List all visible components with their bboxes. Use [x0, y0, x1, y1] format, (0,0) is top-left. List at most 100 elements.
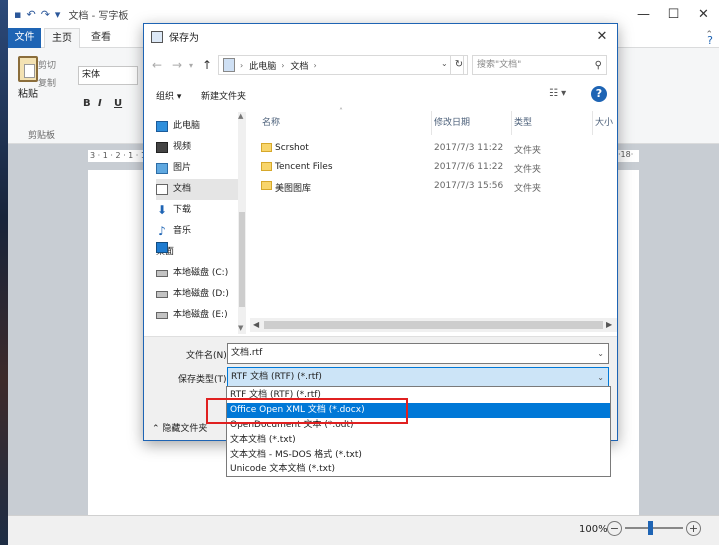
file-type: 文件夹: [514, 184, 542, 194]
file-date: 2017/7/3 15:56: [434, 181, 504, 191]
refresh-button[interactable]: ↻: [450, 55, 468, 75]
column-divider[interactable]: [431, 111, 432, 135]
nav-item-documents[interactable]: 文档: [156, 179, 240, 200]
bold-button[interactable]: B: [83, 98, 91, 109]
column-header-date[interactable]: 修改日期: [434, 115, 470, 128]
address-dropdown-icon[interactable]: ⌄: [441, 59, 448, 68]
help-button[interactable]: ?: [591, 86, 607, 102]
column-divider[interactable]: [592, 111, 593, 135]
nav-item-videos[interactable]: 视频: [156, 137, 240, 158]
scroll-up-icon[interactable]: ▲: [238, 112, 243, 120]
file-date: 2017/7/6 11:22: [434, 162, 504, 172]
folder-icon: [261, 181, 272, 190]
column-divider[interactable]: [511, 111, 512, 135]
zoom-in-button[interactable]: +: [686, 521, 701, 536]
breadcrumb-documents[interactable]: 文档: [290, 59, 308, 72]
column-header-type[interactable]: 类型: [514, 115, 532, 128]
file-type: 文件夹: [514, 146, 542, 156]
pc-icon: [223, 58, 235, 72]
clipboard-group-label: 剪贴板: [28, 131, 56, 141]
nav-item-drive-e[interactable]: 本地磁盘 (E:): [156, 305, 240, 326]
type-option-txt[interactable]: 文本文档 (*.txt): [227, 433, 610, 448]
italic-button[interactable]: I: [98, 98, 102, 109]
cut-button[interactable]: 剪切: [38, 58, 56, 71]
save-type-value: RTF 文档 (RTF) (*.rtf): [231, 372, 322, 382]
scroll-down-icon[interactable]: ▼: [238, 324, 243, 332]
breadcrumb-separator-icon: ›: [240, 60, 244, 70]
view-mode-icon[interactable]: ☷ ▾: [549, 88, 566, 99]
search-input[interactable]: 搜索"文档" ⚲: [472, 55, 607, 75]
dialog-title: 保存为: [169, 33, 199, 44]
search-icon: ⚲: [594, 60, 602, 71]
nav-item-label: 视频: [173, 142, 192, 152]
save-type-select[interactable]: RTF 文档 (RTF) (*.rtf) ⌄: [227, 367, 609, 388]
type-option-msdos-txt[interactable]: 文本文档 - MS-DOS 格式 (*.txt): [227, 448, 610, 463]
breadcrumb-separator-icon: ›: [281, 60, 285, 70]
zoom-slider-thumb[interactable]: [648, 521, 653, 535]
dialog-close-button[interactable]: ✕: [587, 24, 617, 49]
save-type-dropdown-icon[interactable]: ⌄: [597, 368, 604, 387]
font-name-input[interactable]: 宋体: [78, 66, 138, 85]
breadcrumb-this-pc[interactable]: 此电脑: [249, 59, 276, 72]
video-icon: [156, 142, 168, 153]
zoom-out-button[interactable]: −: [607, 521, 622, 536]
file-name: 美图图库: [275, 184, 312, 194]
nav-item-pictures[interactable]: 图片: [156, 158, 240, 179]
back-arrow-icon[interactable]: ←: [152, 58, 162, 72]
nav-item-desktop[interactable]: 桌面: [156, 242, 240, 263]
nav-item-label: 本地磁盘 (D:): [173, 289, 229, 299]
status-bar: 100% − +: [8, 515, 719, 545]
up-arrow-icon[interactable]: ↑: [202, 58, 212, 72]
zoom-slider[interactable]: [625, 527, 683, 529]
help-icon[interactable]: ?: [707, 34, 713, 47]
file-type: 文件夹: [514, 165, 542, 175]
address-bar[interactable]: › 此电脑 › 文档 › ⌄: [218, 55, 464, 75]
highlight-callout-box: [206, 398, 408, 424]
tab-home[interactable]: 主页: [44, 28, 80, 49]
copy-button[interactable]: 复制: [38, 76, 56, 89]
new-folder-button[interactable]: 新建文件夹: [201, 89, 246, 102]
scroll-right-icon[interactable]: ▶: [606, 320, 612, 329]
window-close-button[interactable]: ✕: [681, 0, 719, 28]
filename-value: 文档.rtf: [231, 348, 263, 358]
file-list: ˄ 名称 修改日期 类型 大小 Scrshot 2017/7/3 11:22 文…: [250, 107, 617, 334]
clipboard-icon: [18, 56, 38, 82]
undo-icon[interactable]: ↶: [26, 8, 35, 21]
type-option-unicode-txt[interactable]: Unicode 文本文档 (*.txt): [227, 462, 610, 477]
picture-icon: [156, 163, 168, 174]
underline-button[interactable]: U: [114, 98, 122, 109]
redo-icon[interactable]: ↷: [41, 8, 50, 21]
document-icon: [156, 184, 168, 195]
organize-button[interactable]: 组织 ▾: [156, 89, 181, 102]
file-name: Scrshot: [275, 143, 309, 153]
nav-item-drive-d[interactable]: 本地磁盘 (D:): [156, 284, 240, 305]
filename-input[interactable]: 文档.rtf ⌄: [227, 343, 609, 364]
filename-label: 文件名(N):: [186, 351, 230, 361]
file-name: Tencent Files: [275, 162, 333, 172]
nav-item-downloads[interactable]: ⬇ 下载: [156, 200, 240, 221]
tab-file[interactable]: 文件: [8, 28, 41, 48]
file-row[interactable]: Scrshot 2017/7/3 11:22 文件夹: [256, 139, 611, 158]
file-row[interactable]: Tencent Files 2017/7/6 11:22 文件夹: [256, 158, 611, 177]
paste-label: 粘贴: [18, 89, 38, 100]
tab-view[interactable]: 查看: [84, 28, 118, 48]
nav-scrollbar-thumb[interactable]: [239, 212, 245, 307]
nav-item-drive-c[interactable]: 本地磁盘 (C:): [156, 263, 240, 284]
column-header-name[interactable]: 名称: [262, 115, 280, 128]
desktop-background: [0, 0, 8, 545]
filename-dropdown-icon[interactable]: ⌄: [597, 344, 604, 363]
horizontal-scrollbar-thumb[interactable]: [264, 321, 603, 329]
hide-folders-toggle[interactable]: ⌃ 隐藏文件夹: [152, 421, 207, 434]
scroll-left-icon[interactable]: ◀: [253, 320, 259, 329]
nav-item-music[interactable]: ♪ 音乐: [156, 221, 240, 242]
nav-item-this-pc[interactable]: 此电脑: [156, 116, 240, 137]
save-icon[interactable]: ▪: [14, 8, 21, 21]
dialog-toolbar: 组织 ▾ 新建文件夹 ☷ ▾ ?: [144, 81, 617, 109]
desktop-icon: [156, 242, 168, 253]
recent-locations-icon[interactable]: ▾: [189, 61, 193, 70]
forward-arrow-icon[interactable]: →: [172, 58, 182, 72]
music-icon: ♪: [158, 224, 166, 238]
customize-qat-icon[interactable]: ▾: [55, 8, 61, 21]
file-row[interactable]: 美图图库 2017/7/3 15:56 文件夹: [256, 177, 611, 196]
column-header-size[interactable]: 大小: [595, 115, 613, 128]
